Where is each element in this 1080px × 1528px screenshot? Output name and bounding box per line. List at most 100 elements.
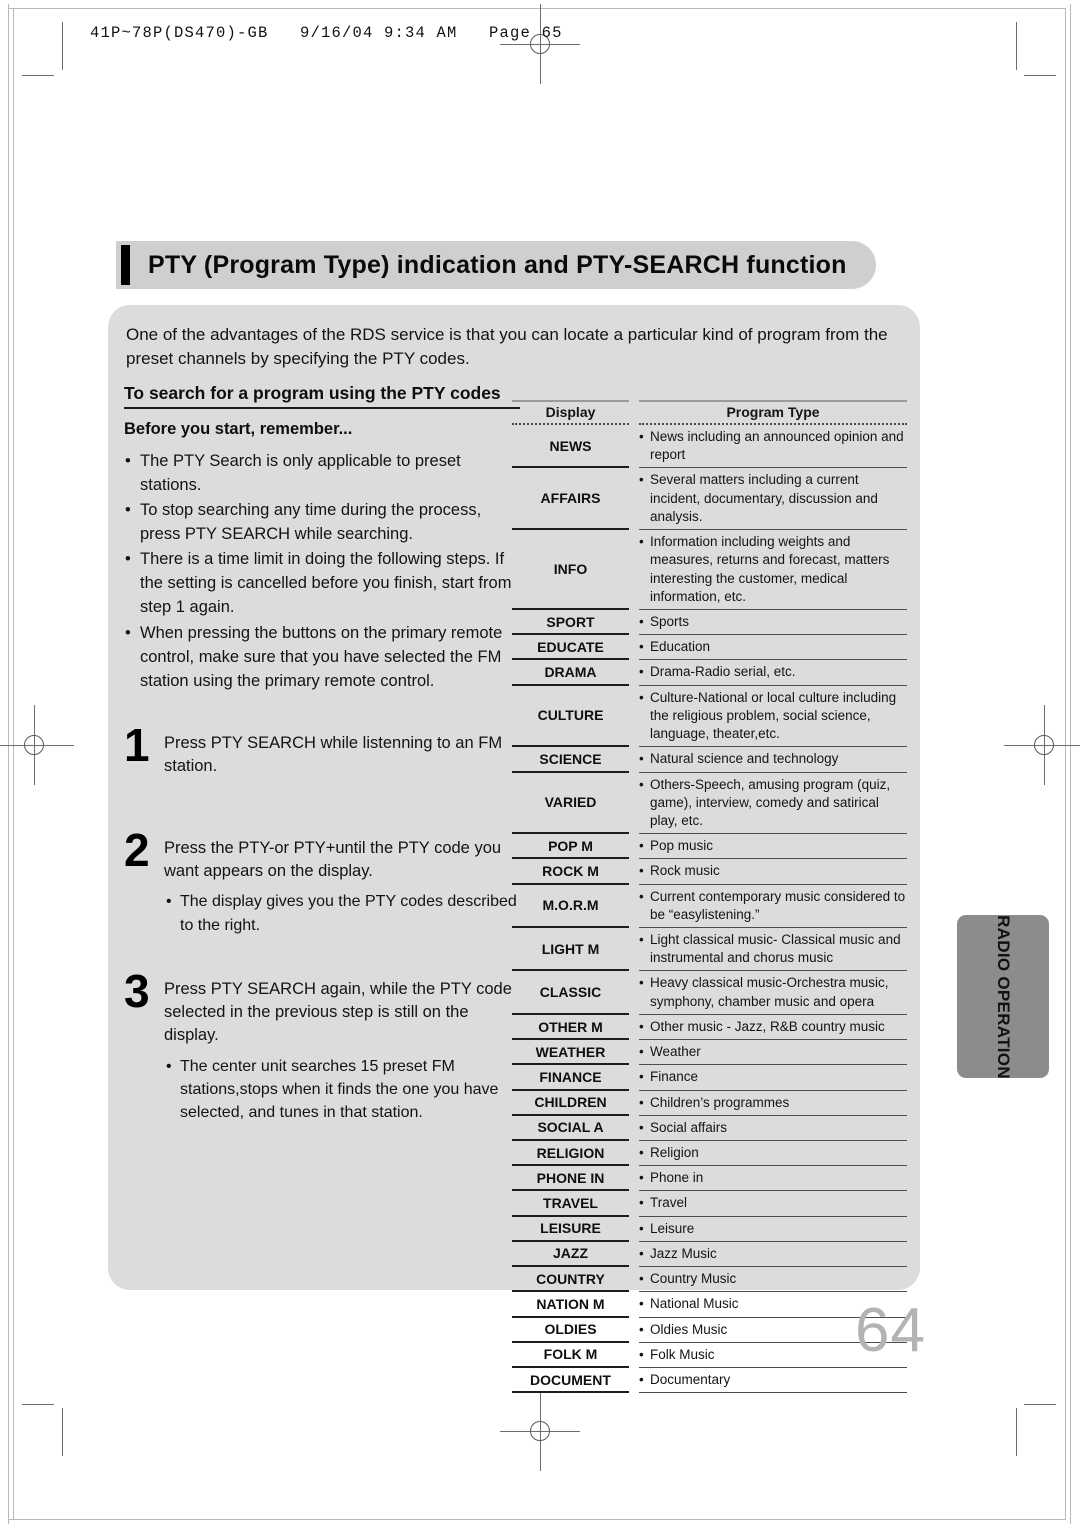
table-row: EDUCATE • Education <box>512 635 907 661</box>
cell-program-type: • Travel <box>639 1191 907 1217</box>
cell-gap <box>629 1141 639 1166</box>
cell-program-type: • Religion <box>639 1141 907 1167</box>
step-text: Press PTY SEARCH again, while the PTY co… <box>164 979 512 1045</box>
table-row: DRAMA • Drama-Radio serial, etc. <box>512 660 907 686</box>
cell-program-type: • Drama-Radio serial, etc. <box>639 660 907 686</box>
column-header-display: Display <box>512 400 629 423</box>
cell-gap <box>629 971 639 1014</box>
crop-mark-bottom-left-horizontal <box>22 1404 54 1405</box>
table-row: NATION M • National Music <box>512 1292 907 1318</box>
bullet-icon: • <box>639 863 644 879</box>
table-row: FOLK M • Folk Music <box>512 1343 907 1368</box>
cell-gap <box>629 1343 639 1368</box>
cell-gap <box>629 1065 639 1090</box>
cell-gap <box>629 928 639 971</box>
bullet-icon: • <box>639 1271 644 1287</box>
cell-gap <box>629 859 639 884</box>
cell-program-type: • Other music - Jazz, R&B country music <box>639 1015 907 1041</box>
notes-list: The PTY Search is only applicable to pre… <box>124 449 520 693</box>
bullet-icon: • <box>639 751 644 767</box>
cell-program-type: • Natural science and technology <box>639 747 907 773</box>
step-2: 2 Press the PTY-or PTY+until the PTY cod… <box>124 815 520 937</box>
bullet-icon: • <box>639 1170 644 1186</box>
table-row: INFO • Information including weights and m… <box>512 530 907 610</box>
cell-display: M.O.R.M <box>512 885 629 929</box>
list-item: To stop searching any time during the pr… <box>124 498 520 546</box>
table-row: CLASSIC • Heavy classical music-Orchestra … <box>512 971 907 1015</box>
step-text: Press PTY SEARCH while listenning to an … <box>164 733 503 776</box>
cell-display: JAZZ <box>512 1242 629 1268</box>
print-frame-line-right-inner <box>1065 8 1066 1520</box>
cell-gap <box>629 1217 639 1242</box>
cell-program-type: • Others-Speech, amusing program (quiz, g… <box>639 773 907 835</box>
table-row: WEATHER • Weather <box>512 1040 907 1066</box>
cell-program-type-text: Children’s programmes <box>650 1094 790 1110</box>
cell-gap <box>629 1368 639 1393</box>
cell-program-type-text: News including an announced opinion and … <box>650 429 904 463</box>
table-row: ROCK M • Rock music <box>512 859 907 885</box>
section-tab-label: RADIO OPERATION <box>994 914 1013 1079</box>
list-item: There is a time limit in doing the follo… <box>124 547 520 619</box>
table-row: OLDIES • Oldies Music <box>512 1318 907 1343</box>
print-frame-line-left <box>8 4 9 1524</box>
cell-program-type-text: Leisure <box>650 1220 695 1236</box>
cell-gap <box>629 885 639 928</box>
table-row: LEISURE • Leisure <box>512 1217 907 1242</box>
cell-program-type-text: Light classical music- Classical music a… <box>650 932 901 966</box>
cell-gap <box>629 686 639 748</box>
cell-program-type-text: Religion <box>650 1145 699 1160</box>
cell-gap <box>629 773 639 835</box>
bullet-icon: • <box>639 534 644 550</box>
cell-program-type: • Children’s programmes <box>639 1091 907 1116</box>
step-3: 3 Press PTY SEARCH again, while the PTY … <box>124 968 520 1124</box>
cell-gap <box>629 1242 639 1267</box>
pty-code-table: Display Program Type NEWS • News including… <box>512 400 907 1394</box>
cell-program-type-text: Drama-Radio serial, etc. <box>650 664 796 680</box>
step-number: 2 <box>124 823 150 876</box>
bullet-icon: • <box>639 1220 644 1236</box>
cell-display: WEATHER <box>512 1040 629 1066</box>
table-row: OTHER M • Other music - Jazz, R&B country … <box>512 1015 907 1041</box>
table-row: CHILDREN • Children’s programmes <box>512 1091 907 1116</box>
cell-program-type: • Leisure <box>639 1217 907 1242</box>
cell-program-type: • Pop music <box>639 834 907 860</box>
steps-list: 1 Press PTY SEARCH while listenning to a… <box>124 722 520 1124</box>
cell-program-type-text: Finance <box>650 1069 699 1085</box>
cell-program-type-text: Country Music <box>650 1271 737 1287</box>
step-1: 1 Press PTY SEARCH while listenning to a… <box>124 722 520 779</box>
cell-program-type: • Phone in <box>639 1166 907 1192</box>
cell-program-type: • Country Music <box>639 1267 907 1293</box>
bullet-icon: • <box>639 1195 644 1211</box>
cell-program-type: • Weather <box>639 1040 907 1066</box>
cell-display: SPORT <box>512 610 629 636</box>
cell-program-type: • Heavy classical music-Orchestra music, … <box>639 971 907 1015</box>
table-row: AFFAIRS • Several matters including a curr… <box>512 468 907 531</box>
cell-display: FINANCE <box>512 1065 629 1091</box>
instructions-column: To search for a program using the PTY co… <box>124 383 520 1160</box>
table-row: SPORT • Sports <box>512 610 907 636</box>
cell-program-type-text: Others-Speech, amusing program (quiz, ga… <box>650 776 891 828</box>
list-item: The PTY Search is only applicable to pre… <box>124 449 520 497</box>
cell-program-type: • News including an announced opinion and… <box>639 425 907 469</box>
cell-gap <box>629 1267 639 1292</box>
cell-program-type: • Documentary <box>639 1368 907 1394</box>
cell-display: FOLK M <box>512 1343 629 1368</box>
cell-program-type: • Sports <box>639 610 907 636</box>
table-row: DOCUMENT • Documentary <box>512 1368 907 1394</box>
print-frame-line-top <box>8 8 1066 9</box>
cell-program-type-text: Education <box>650 639 711 655</box>
cell-gap <box>629 1318 639 1343</box>
cell-display: DRAMA <box>512 660 629 686</box>
bullet-icon: • <box>639 888 644 904</box>
cell-gap <box>629 1116 639 1141</box>
registration-mark-right <box>1004 705 1080 785</box>
table-row: TRAVEL • Travel <box>512 1191 907 1217</box>
cell-program-type-text: Weather <box>650 1044 701 1060</box>
cell-gap <box>629 747 639 772</box>
cell-gap <box>629 1091 639 1116</box>
content-panel: One of the advantages of the RDS service… <box>108 305 920 1394</box>
bullet-icon: • <box>639 1094 644 1110</box>
bullet-icon: • <box>639 1119 644 1135</box>
cell-display: NEWS <box>512 425 629 469</box>
crop-mark-bottom-right-horizontal <box>1024 1404 1056 1405</box>
